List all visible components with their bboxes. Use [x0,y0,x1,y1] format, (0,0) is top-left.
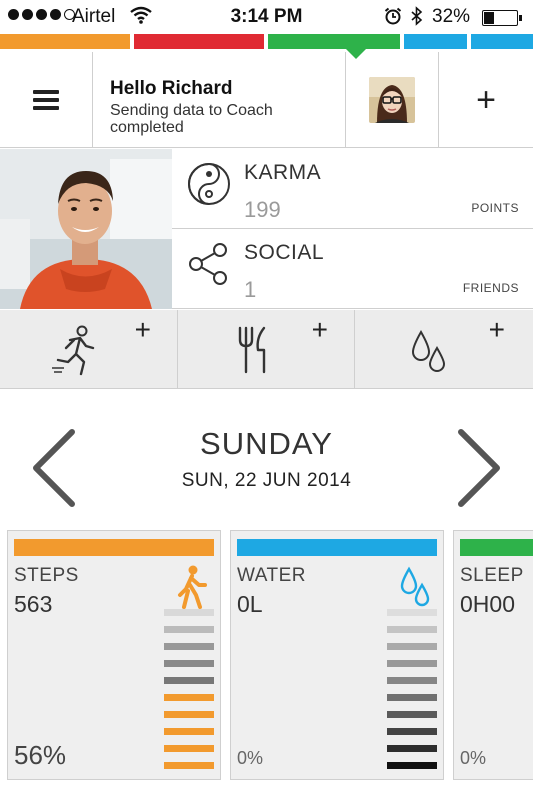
metric-cards: STEPS 563 56% WATER 0L 0% SLEEP 0H00 0% [0,528,533,800]
add-water-button[interactable]: + [354,310,531,389]
sleep-card[interactable]: SLEEP 0H00 0% [453,530,533,780]
menu-button[interactable] [0,52,93,148]
social-value: 1 [244,277,257,302]
water-percent: 0% [237,748,264,768]
day-name: SUNDAY [200,426,333,461]
water-drops-icon [400,566,430,607]
next-day-arrow-icon[interactable] [455,428,505,508]
water-value: 0L [237,591,263,617]
water-color-bar [237,539,437,556]
coach-button[interactable] [345,52,439,148]
hamburger-icon [33,86,59,114]
add-button[interactable]: + [439,52,533,148]
steps-title: STEPS [14,565,79,586]
fork-knife-icon [238,326,266,374]
karma-value: 199 [244,197,281,222]
karma-unit: POINTS [471,201,519,215]
greeting: Hello Richard Sending data to Coach comp… [110,78,310,136]
add-meal-plus: + [311,314,328,345]
karma-label: KARMA [244,161,322,184]
sync-status: Sending data to Coach completed [110,102,273,136]
water-progress-bars [387,609,437,779]
sleep-percent: 0% [460,748,487,768]
running-icon [52,325,95,376]
quick-add-row: + + + [0,310,533,389]
share-icon [189,243,227,285]
sleep-value: 0H00 [460,591,515,617]
alarm-icon [384,7,402,31]
steps-card[interactable]: STEPS 563 56% [7,530,221,780]
battery-icon [482,10,522,26]
social-stat[interactable]: SOCIAL 1 FRIENDS [172,229,533,309]
greeting-title: Hello Richard [110,78,233,99]
profile-section: KARMA 199 POINTS SOCIAL 1 FRIENDS [0,149,533,309]
water-title: WATER [237,565,306,586]
steps-color-bar [14,539,214,556]
add-icon: + [476,80,496,119]
water-drops-icon [411,329,446,372]
category-color-strip [0,34,533,59]
steps-progress-bars [164,609,214,779]
bluetooth-icon [410,6,424,32]
coach-avatar [369,77,415,123]
karma-stat[interactable]: KARMA 199 POINTS [172,149,533,229]
steps-percent: 56% [14,740,67,770]
add-activity-button[interactable]: + [0,310,177,389]
sleep-color-bar [460,539,533,556]
water-card[interactable]: WATER 0L 0% [230,530,444,780]
battery-percent: 32% [432,6,471,27]
status-bar: Airtel 3:14 PM 32% [0,0,533,34]
day-navigator: SUNDAY SUN, 22 JUN 2014 [0,390,533,520]
add-activity-plus: + [134,314,151,345]
steps-value: 563 [14,591,53,617]
add-water-plus: + [488,314,505,345]
sleep-title: SLEEP [460,565,524,586]
profile-photo[interactable] [0,149,172,309]
yin-yang-icon [188,162,230,205]
day-date: SUN, 22 JUN 2014 [181,470,352,491]
add-meal-button[interactable]: + [177,310,354,389]
social-label: SOCIAL [244,241,325,264]
walking-icon [178,565,207,609]
app-header: Hello Richard Sending data to Coach comp… [0,52,533,148]
social-unit: FRIENDS [462,281,519,295]
